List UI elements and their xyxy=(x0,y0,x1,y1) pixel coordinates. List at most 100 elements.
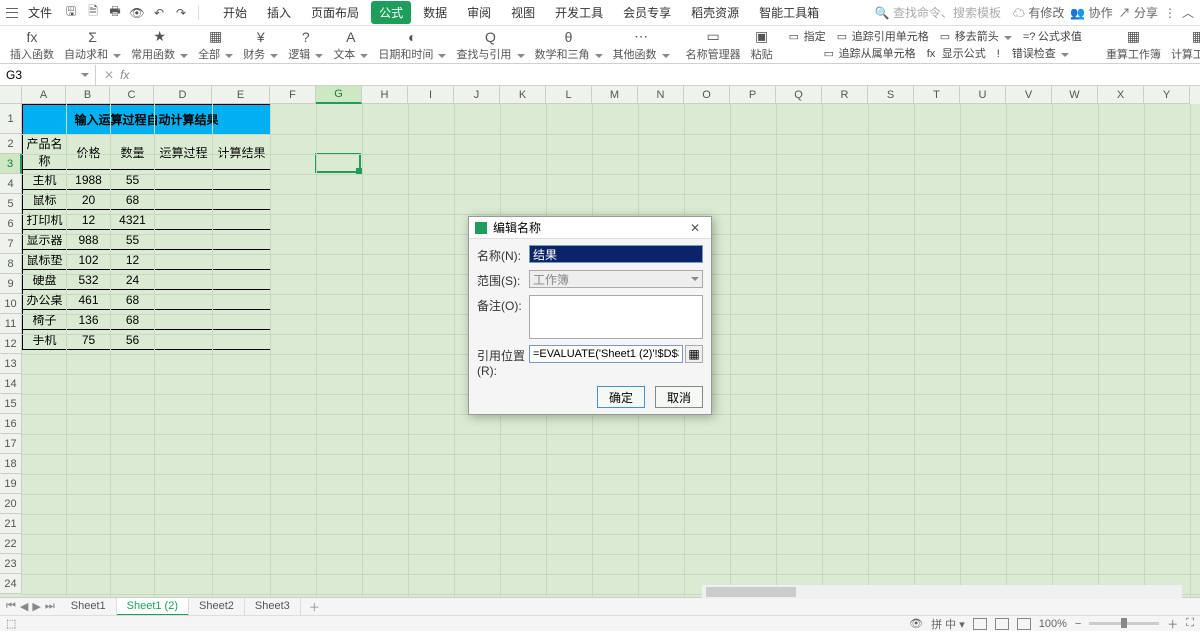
table-cell[interactable]: 68 xyxy=(111,190,155,210)
ribbon-text-2[interactable]: ▭ 移去箭头 xyxy=(940,28,1012,44)
menu-tab-5[interactable]: 审阅 xyxy=(459,1,499,24)
menu-tab-2[interactable]: 页面布局 xyxy=(303,1,367,24)
cancel-fx-icon[interactable]: ✕ xyxy=(104,68,114,82)
view-break-icon[interactable] xyxy=(1017,618,1031,630)
ribbon-名称管理器[interactable]: ▭名称管理器 xyxy=(682,27,745,63)
sheet-last-icon[interactable]: ⏭ xyxy=(45,600,55,613)
zoom-in-icon[interactable]: ＋ xyxy=(1167,616,1178,632)
table-cell[interactable]: 显示器 xyxy=(23,230,67,250)
table-header[interactable]: 产品名称 xyxy=(23,135,67,170)
col-header-I[interactable]: I xyxy=(408,86,454,104)
table-cell[interactable] xyxy=(213,270,271,290)
ribbon-计算工作表[interactable]: ▦计算工作表 xyxy=(1167,27,1200,63)
row-header-18[interactable]: 18 xyxy=(0,454,22,474)
ribbon-逻辑[interactable]: ?逻辑 xyxy=(284,27,327,63)
col-header-G[interactable]: G xyxy=(316,86,362,104)
table-cell[interactable] xyxy=(155,170,213,190)
table-cell[interactable]: 75 xyxy=(67,330,111,350)
more-icon[interactable]: ⋮ xyxy=(1164,6,1176,20)
ribbon-查找与引用[interactable]: Q查找与引用 xyxy=(452,27,528,63)
col-header-F[interactable]: F xyxy=(270,86,316,104)
eye-icon[interactable]: 👁 xyxy=(909,617,923,630)
select-all-corner[interactable] xyxy=(0,86,22,104)
search-box[interactable]: 🔍 查找命令、搜索模板 xyxy=(869,4,1007,21)
table-cell[interactable]: 4321 xyxy=(111,210,155,230)
ribbon-text-1[interactable]: ▭ 追踪引用单元格 xyxy=(837,28,929,44)
sheet-tab-3[interactable]: Sheet3 xyxy=(245,598,301,616)
col-header-Q[interactable]: Q xyxy=(776,86,822,104)
col-header-V[interactable]: V xyxy=(1006,86,1052,104)
ribbon-文本[interactable]: A文本 xyxy=(329,27,372,63)
ime-indicator[interactable]: 拼 中 ▾ xyxy=(931,616,965,632)
sheet-first-icon[interactable]: ⏮ xyxy=(6,600,16,613)
col-header-P[interactable]: P xyxy=(730,86,776,104)
table-cell[interactable]: 532 xyxy=(67,270,111,290)
col-header-W[interactable]: W xyxy=(1052,86,1098,104)
zoom-out-icon[interactable]: − xyxy=(1075,618,1081,630)
row-header-15[interactable]: 15 xyxy=(0,394,22,414)
table-cell[interactable]: 988 xyxy=(67,230,111,250)
col-header-T[interactable]: T xyxy=(914,86,960,104)
sheet-next-icon[interactable]: ▶ xyxy=(32,600,40,613)
row-header-17[interactable]: 17 xyxy=(0,434,22,454)
row-header-12[interactable]: 12 xyxy=(0,334,22,354)
menu-tab-6[interactable]: 视图 xyxy=(503,1,543,24)
sheet-prev-icon[interactable]: ◀ xyxy=(20,600,28,613)
col-header-K[interactable]: K xyxy=(500,86,546,104)
col-header-B[interactable]: B xyxy=(66,86,110,104)
table-cell[interactable] xyxy=(213,170,271,190)
table-cell[interactable] xyxy=(213,290,271,310)
undo-icon[interactable]: ↶ xyxy=(150,4,168,22)
table-cell[interactable] xyxy=(213,190,271,210)
table-header[interactable]: 计算结果 xyxy=(213,135,271,170)
row-header-20[interactable]: 20 xyxy=(0,494,22,514)
table-cell[interactable] xyxy=(155,270,213,290)
table-cell[interactable] xyxy=(155,310,213,330)
table-cell[interactable] xyxy=(213,310,271,330)
table-cell[interactable]: 手机 xyxy=(23,330,67,350)
row-header-3[interactable]: 3 xyxy=(0,154,22,174)
table-cell[interactable] xyxy=(155,250,213,270)
collapse-icon[interactable]: ︿ xyxy=(1182,4,1194,21)
redo-icon[interactable]: ↷ xyxy=(172,4,190,22)
table-cell[interactable]: 主机 xyxy=(23,170,67,190)
table-header[interactable]: 数量 xyxy=(111,135,155,170)
horizontal-scrollbar[interactable] xyxy=(702,585,1182,599)
table-cell[interactable]: 56 xyxy=(111,330,155,350)
ribbon-重算工作簿[interactable]: ▦重算工作簿 xyxy=(1102,27,1165,63)
saveas-icon[interactable]: 🗎 xyxy=(84,4,102,22)
ribbon-text-6[interactable]: ! 错误检查 xyxy=(997,45,1069,61)
col-header-Y[interactable]: Y xyxy=(1144,86,1190,104)
name-input[interactable] xyxy=(529,245,703,263)
menu-tab-10[interactable]: 智能工具箱 xyxy=(751,1,827,24)
table-cell[interactable]: 12 xyxy=(111,250,155,270)
view-normal-icon[interactable] xyxy=(973,618,987,630)
table-cell[interactable]: 12 xyxy=(67,210,111,230)
table-cell[interactable]: 24 xyxy=(111,270,155,290)
col-header-H[interactable]: H xyxy=(362,86,408,104)
table-cell[interactable]: 鼠标垫 xyxy=(23,250,67,270)
table-cell[interactable]: 打印机 xyxy=(23,210,67,230)
zoom-value[interactable]: 100% xyxy=(1039,618,1067,630)
menu-tab-4[interactable]: 数据 xyxy=(415,1,455,24)
table-cell[interactable] xyxy=(155,190,213,210)
menu-tab-3[interactable]: 公式 xyxy=(371,1,411,24)
menu-tab-7[interactable]: 开发工具 xyxy=(547,1,611,24)
table-cell[interactable]: 20 xyxy=(67,190,111,210)
table-cell[interactable] xyxy=(213,250,271,270)
sheet-tab-0[interactable]: Sheet1 xyxy=(61,598,117,616)
save-icon[interactable]: 🖫 xyxy=(62,4,80,22)
row-header-24[interactable]: 24 xyxy=(0,574,22,594)
row-header-21[interactable]: 21 xyxy=(0,514,22,534)
menu-tab-0[interactable]: 开始 xyxy=(215,1,255,24)
table-cell[interactable] xyxy=(155,210,213,230)
add-sheet-button[interactable]: ＋ xyxy=(301,599,328,615)
table-cell[interactable] xyxy=(213,210,271,230)
ribbon-text-5[interactable]: fx 显示公式 xyxy=(927,45,986,61)
file-menu[interactable]: 文件 xyxy=(22,2,58,23)
row-header-2[interactable]: 2 xyxy=(0,134,22,154)
table-title[interactable]: 输入运算过程自动计算结果 xyxy=(23,105,271,135)
fullscreen-icon[interactable]: ⛶ xyxy=(1186,617,1194,630)
menu-tab-1[interactable]: 插入 xyxy=(259,1,299,24)
ribbon-粘贴[interactable]: ▣粘贴 xyxy=(747,27,777,63)
